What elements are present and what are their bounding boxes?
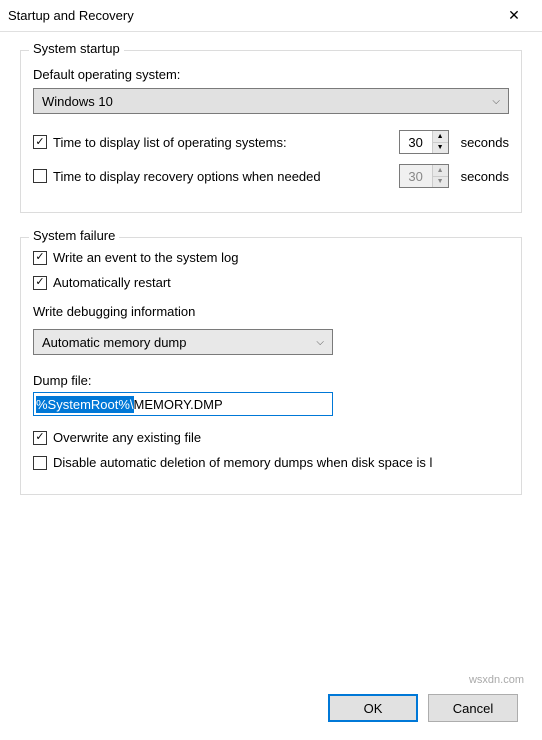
spinner-up-icon[interactable]: ▲ [433,131,448,143]
auto-restart-checkbox[interactable] [33,276,47,290]
titlebar: Startup and Recovery ✕ [0,0,542,32]
display-recovery-checkbox[interactable] [33,169,47,183]
write-event-label: Write an event to the system log [53,250,509,265]
overwrite-row: Overwrite any existing file [33,430,509,445]
display-recovery-label: Time to display recovery options when ne… [53,169,393,184]
default-os-value: Windows 10 [42,94,113,109]
spinner-buttons: ▲ ▼ [432,165,448,187]
write-event-row: Write an event to the system log [33,250,509,265]
auto-restart-label: Automatically restart [53,275,509,290]
debug-info-dropdown[interactable]: Automatic memory dump ⌵ [33,329,333,355]
disable-auto-delete-row: Disable automatic deletion of memory dum… [33,455,509,470]
display-os-list-seconds-value: 30 [400,131,432,153]
display-recovery-seconds-value: 30 [400,165,432,187]
dialog-content: System startup Default operating system:… [0,32,542,529]
close-button[interactable]: ✕ [494,2,534,30]
chevron-down-icon: ⌵ [316,337,324,348]
overwrite-label: Overwrite any existing file [53,430,509,445]
seconds-label: seconds [461,135,509,150]
cancel-button[interactable]: Cancel [428,694,518,722]
overwrite-checkbox[interactable] [33,431,47,445]
system-failure-group: System failure Write an event to the sys… [20,237,522,495]
spinner-buttons: ▲ ▼ [432,131,448,153]
seconds-label: seconds [461,169,509,184]
dump-file-input[interactable]: %SystemRoot%\MEMORY.DMP [33,392,333,416]
close-icon: ✕ [508,7,520,24]
system-failure-label: System failure [29,228,119,243]
display-recovery-seconds-spinner: 30 ▲ ▼ [399,164,449,188]
footer-buttons: OK Cancel [328,694,518,722]
debug-info-subgroup: Write debugging information Automatic me… [33,304,509,470]
display-os-list-seconds-spinner[interactable]: 30 ▲ ▼ [399,130,449,154]
disable-auto-delete-checkbox[interactable] [33,456,47,470]
display-os-list-row: Time to display list of operating system… [33,130,509,154]
dump-file-rest-text: MEMORY.DMP [134,397,223,412]
dump-file-selected-text: %SystemRoot%\ [36,396,134,413]
display-os-list-checkbox[interactable] [33,135,47,149]
disable-auto-delete-label: Disable automatic deletion of memory dum… [53,455,509,470]
watermark: wsxdn.com [469,674,524,686]
default-os-dropdown[interactable]: Windows 10 ⌵ [33,88,509,114]
system-startup-group: System startup Default operating system:… [20,50,522,213]
spinner-down-icon: ▼ [433,177,448,188]
dump-file-label: Dump file: [33,373,509,388]
spinner-up-icon: ▲ [433,165,448,177]
dialog-title: Startup and Recovery [8,8,494,23]
ok-button[interactable]: OK [328,694,418,722]
display-os-list-label: Time to display list of operating system… [53,135,393,150]
system-startup-label: System startup [29,41,124,56]
auto-restart-row: Automatically restart [33,275,509,290]
write-event-checkbox[interactable] [33,251,47,265]
display-recovery-row: Time to display recovery options when ne… [33,164,509,188]
default-os-label: Default operating system: [33,67,509,82]
spinner-down-icon[interactable]: ▼ [433,143,448,154]
debug-info-value: Automatic memory dump [42,335,187,350]
chevron-down-icon: ⌵ [492,96,500,107]
debug-info-label: Write debugging information [33,304,509,319]
